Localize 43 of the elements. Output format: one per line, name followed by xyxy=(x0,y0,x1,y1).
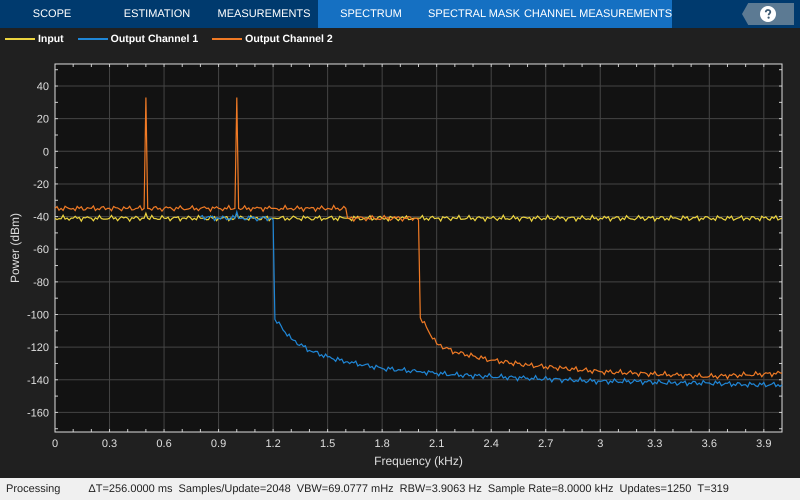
y-axis-label: Power (dBm) xyxy=(8,213,22,283)
x-tick-label: 3 xyxy=(597,438,604,450)
legend-label: Output Channel 1 xyxy=(110,33,198,45)
y-tick-label: -100 xyxy=(26,310,49,322)
y-tick-label: -140 xyxy=(26,374,49,387)
status-readout: T=319 xyxy=(697,483,729,495)
status-readout: ΔT=256.0000 ms xyxy=(88,483,173,495)
status-readout: RBW=3.9063 Hz xyxy=(400,483,482,495)
x-tick-label: 3.6 xyxy=(702,438,717,450)
status-text: Processing xyxy=(6,483,60,495)
y-tick-label: 40 xyxy=(36,81,49,94)
x-tick-label: 0.9 xyxy=(210,438,226,450)
status-readout: Updates=1250 xyxy=(620,483,692,495)
toolstrip-tab[interactable]: SPECTRAL MASK xyxy=(424,0,524,28)
toolstrip-tab[interactable]: CHANNEL MEASUREMENTS xyxy=(524,0,672,28)
x-axis-label: Frequency (kHz) xyxy=(374,454,463,468)
x-tick-label: 2.4 xyxy=(484,438,499,450)
legend-label: Input xyxy=(38,33,64,45)
x-tick-label: 2.7 xyxy=(538,438,554,450)
y-tick-label: -80 xyxy=(33,276,49,289)
x-tick-label: 0.6 xyxy=(156,438,172,450)
x-tick-label: 3.3 xyxy=(647,438,662,450)
x-tick-label: 3.9 xyxy=(756,438,772,450)
x-tick-label: 0.3 xyxy=(102,438,118,450)
x-tick-label: 1.2 xyxy=(265,438,281,450)
legend-label: Output Channel 2 xyxy=(245,33,333,45)
x-tick-label: 1.5 xyxy=(320,438,336,450)
x-tick-label: 2.1 xyxy=(429,438,444,450)
status-readout: VBW=69.0777 mHz xyxy=(296,483,394,495)
status-readout: Samples/Update=2048 xyxy=(178,483,291,495)
y-tick-label: -160 xyxy=(26,407,49,420)
status-readout: Sample Rate=8.0000 kHz xyxy=(488,483,614,495)
y-tick-label: 0 xyxy=(42,146,49,158)
toolstrip-tab[interactable]: SPECTRUM xyxy=(318,0,424,28)
y-tick-label: -20 xyxy=(33,178,49,191)
x-tick-label: 1.8 xyxy=(374,438,390,450)
y-tick-label: 20 xyxy=(36,114,49,126)
y-tick-label: -40 xyxy=(33,212,49,224)
x-tick-label: 0 xyxy=(52,438,58,450)
y-tick-label: -60 xyxy=(33,244,49,256)
y-tick-label: -120 xyxy=(26,342,49,354)
help-button[interactable] xyxy=(742,3,794,25)
help-icon xyxy=(760,6,776,22)
